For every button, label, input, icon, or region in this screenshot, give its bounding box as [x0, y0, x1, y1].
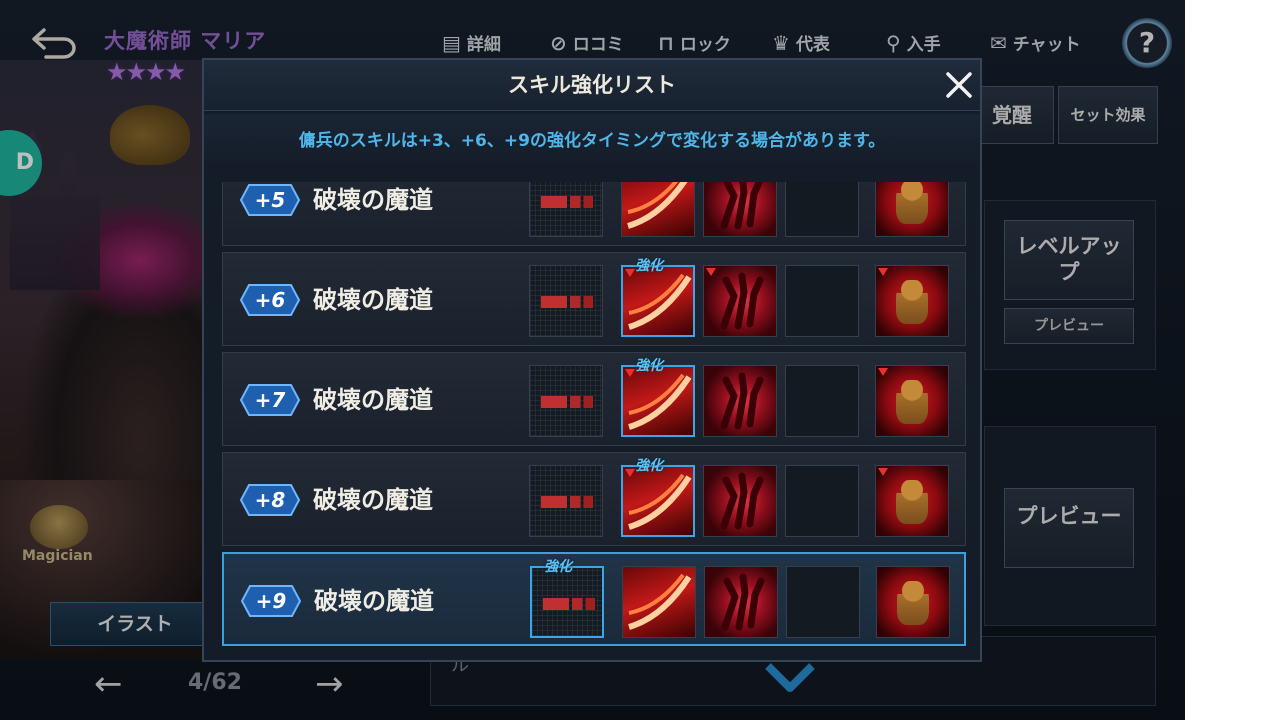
skill-slot-passive[interactable]	[529, 465, 603, 537]
skill-slot-slash[interactable]: 強化	[621, 358, 695, 437]
red-marker-icon	[878, 368, 888, 376]
red-marker-icon	[878, 268, 888, 276]
skill-slot-slash[interactable]: 強化	[621, 458, 695, 537]
skill-slot-empty	[785, 182, 859, 237]
slash-icon	[628, 573, 692, 630]
skill-slot-empty	[785, 265, 859, 337]
skill-slot-voodoo[interactable]	[875, 265, 949, 337]
skill-name: 破壊の魔道	[313, 186, 433, 214]
skill-slot-empty	[786, 566, 860, 638]
modal-header: スキル強化リスト	[204, 60, 980, 111]
level-label: +6	[254, 288, 286, 312]
level-label: +5	[254, 188, 286, 212]
slash-icon	[628, 473, 692, 530]
gauge-icon	[541, 496, 593, 508]
level-label: +7	[254, 388, 286, 412]
skill-row: +6 破壊の魔道 強化	[222, 252, 966, 346]
close-icon	[946, 72, 972, 98]
skill-name: 破壊の魔道	[313, 286, 433, 314]
gauge-icon	[541, 196, 593, 208]
slash-icon	[628, 273, 692, 330]
skill-row-selected: +9 破壊の魔道 強化	[222, 552, 966, 646]
gauge-icon	[541, 296, 593, 308]
skill-name: 破壊の魔道	[313, 386, 433, 414]
level-badge: +9	[238, 582, 304, 620]
skill-slot-claw[interactable]	[703, 465, 777, 537]
level-label: +9	[255, 589, 287, 613]
skill-slot-slash[interactable]: 強化	[621, 258, 695, 337]
voodoo-doll-icon	[896, 480, 928, 524]
skill-slot-slash[interactable]	[621, 182, 695, 237]
skill-slot-empty	[785, 365, 859, 437]
skill-row: +7 破壊の魔道 強化	[222, 352, 966, 446]
gauge-icon	[541, 396, 593, 408]
claw-hand-icon	[721, 573, 765, 631]
enhance-tag: 強化	[544, 559, 572, 575]
claw-hand-icon	[720, 472, 764, 530]
level-badge: +7	[237, 381, 303, 419]
slash-icon	[628, 373, 692, 430]
voodoo-doll-icon	[896, 182, 928, 224]
skill-slot-claw[interactable]	[703, 182, 777, 237]
claw-hand-icon	[720, 372, 764, 430]
skill-name: 破壊の魔道	[313, 486, 433, 514]
skill-row: +8 破壊の魔道 強化	[222, 452, 966, 546]
skill-slot-voodoo[interactable]	[876, 566, 950, 638]
skill-slot-passive[interactable]	[529, 265, 603, 337]
skill-enhance-modal: スキル強化リスト 傭兵のスキルは+3、+6、+9の強化タイミングで変化する場合が…	[202, 58, 982, 662]
skill-slot-passive[interactable]	[529, 182, 603, 237]
level-badge: +6	[237, 281, 303, 319]
skill-slot-voodoo[interactable]	[875, 365, 949, 437]
voodoo-doll-icon	[896, 280, 928, 324]
slash-icon	[627, 182, 688, 229]
skill-slot-slash[interactable]	[622, 566, 696, 638]
modal-title: スキル強化リスト	[508, 73, 676, 97]
gauge-icon	[543, 598, 595, 610]
level-label: +8	[254, 488, 286, 512]
skill-slot-passive[interactable]: 強化	[530, 559, 604, 638]
skill-slot-claw[interactable]	[703, 265, 777, 337]
skill-slot-passive[interactable]	[529, 365, 603, 437]
skill-row-list[interactable]: +5 破壊の魔道 +6 破壊の魔道 強化 +7 破壊の魔道 強化 +8 破壊の魔…	[222, 182, 966, 652]
claw-hand-icon	[720, 272, 764, 330]
close-button[interactable]	[942, 68, 976, 102]
level-badge: +5	[237, 182, 303, 219]
skill-name: 破壊の魔道	[314, 587, 434, 615]
level-badge: +8	[237, 481, 303, 519]
claw-hand-icon	[720, 182, 763, 230]
skill-slot-claw[interactable]	[703, 365, 777, 437]
skill-slot-empty	[785, 465, 859, 537]
skill-slot-voodoo[interactable]	[875, 182, 949, 237]
voodoo-doll-icon	[896, 380, 928, 424]
game-screen: 大魔術師 マリア ★★★★ D Magician イラスト ← 4/62 → ▤…	[0, 0, 1185, 720]
skill-slot-claw[interactable]	[704, 566, 778, 638]
red-marker-icon	[878, 468, 888, 476]
enhance-notice: 傭兵のスキルは+3、+6、+9の強化タイミングで変化する場合があります。	[204, 114, 980, 168]
skill-row: +5 破壊の魔道	[222, 182, 966, 246]
screen-margin	[1185, 0, 1280, 720]
skill-slot-voodoo[interactable]	[875, 465, 949, 537]
voodoo-doll-icon	[897, 581, 929, 625]
